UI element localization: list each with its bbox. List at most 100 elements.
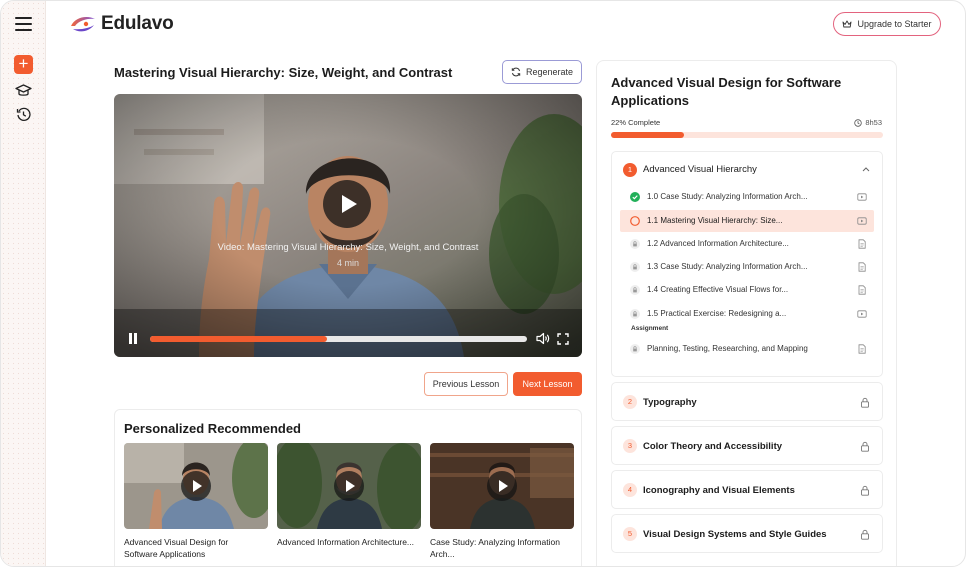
lesson-title: 1.0 Case Study: Analyzing Information Ar… (647, 192, 808, 201)
module-item[interactable]: 3 Color Theory and Accessibility (611, 426, 883, 465)
video-player[interactable]: Video: Mastering Visual Hierarchy: Size,… (114, 94, 582, 357)
fullscreen-icon[interactable] (557, 333, 569, 345)
module-title: Iconography and Visual Elements (643, 485, 795, 496)
course-panel: Advanced Visual Design for Software Appl… (596, 60, 897, 566)
history-icon[interactable] (16, 107, 31, 122)
module-title: Advanced Visual Hierarchy (643, 164, 757, 175)
logo-mark-icon (71, 17, 95, 32)
play-icon (181, 471, 211, 501)
play-button[interactable] (323, 180, 371, 228)
upgrade-button[interactable]: Upgrade to Starter (833, 12, 941, 36)
module-number: 5 (623, 527, 637, 541)
recommended-section: Personalized Recommended Advanced Visual… (114, 409, 582, 566)
course-title: Advanced Visual Design for Software Appl… (611, 75, 842, 108)
lesson-title: Mastering Visual Hierarchy: Size, Weight… (114, 65, 453, 80)
lesson-item[interactable]: 1.5 Practical Exercise: Redesigning a... (620, 303, 874, 325)
video-scrubber[interactable] (150, 336, 527, 342)
brand-logo[interactable]: Edulavo (69, 12, 174, 36)
previous-lesson-button[interactable]: Previous Lesson (424, 372, 508, 396)
document-icon (858, 285, 866, 295)
upgrade-label: Upgrade to Starter (857, 19, 932, 29)
recommended-card-title: Advanced Information Architecture... (277, 537, 415, 547)
clock-icon (854, 118, 863, 127)
app-window: + Edulavo Upgrade to Starter Mastering V… (0, 0, 966, 567)
play-icon (334, 471, 364, 501)
assignment-label: Assignment (631, 325, 669, 332)
regenerate-button[interactable]: Regenerate (502, 60, 582, 84)
lock-icon (630, 309, 640, 319)
module-number: 1 (623, 163, 637, 177)
module-title: Visual Design Systems and Style Guides (643, 529, 827, 540)
recommended-card[interactable]: Case Study: Analyzing Information Arch..… (430, 443, 574, 560)
lesson-title: 1.1 Mastering Visual Hierarchy: Size... (647, 216, 783, 225)
video-icon (857, 310, 867, 318)
lesson-item[interactable]: 1.2 Advanced Information Architecture... (620, 233, 874, 255)
lock-icon (630, 285, 640, 295)
module-item[interactable]: 4 Iconography and Visual Elements (611, 470, 883, 509)
recommended-card[interactable]: Advanced Visual Design for Software Appl… (124, 443, 268, 560)
video-duration: 4 min (336, 258, 359, 268)
module-number: 3 (623, 439, 637, 453)
recommended-card-title: Advanced Visual Design for Software Appl… (124, 537, 229, 559)
recommended-thumbnail[interactable] (124, 443, 268, 529)
lock-icon (861, 441, 869, 452)
menu-icon[interactable] (15, 17, 32, 31)
module-item[interactable]: 2 Typography (611, 382, 883, 421)
graduation-cap-icon[interactable] (15, 84, 32, 98)
video-icon (857, 217, 867, 225)
check-circle-icon (630, 192, 640, 202)
lesson-title: Planning, Testing, Researching, and Mapp… (647, 344, 808, 353)
document-icon (858, 262, 866, 272)
lesson-title: 1.2 Advanced Information Architecture... (647, 239, 789, 248)
lock-icon (630, 344, 640, 354)
regenerate-label: Regenerate (525, 67, 574, 77)
module-advanced-visual-hierarchy: 1 Advanced Visual Hierarchy 1.0 Case Stu… (611, 151, 883, 377)
lesson-title: 1.4 Creating Effective Visual Flows for.… (647, 285, 789, 294)
recommended-thumbnail[interactable] (430, 443, 574, 529)
module-title: Typography (643, 397, 697, 408)
chevron-up-icon[interactable] (862, 166, 870, 172)
video-controls (114, 330, 582, 348)
lesson-title: 1.3 Case Study: Analyzing Information Ar… (647, 262, 808, 271)
lesson-item[interactable]: 1.3 Case Study: Analyzing Information Ar… (620, 256, 874, 278)
module-number: 2 (623, 395, 637, 409)
recommended-title: Personalized Recommended (124, 421, 301, 436)
duration-value: 8h53 (865, 118, 882, 127)
lock-icon (630, 262, 640, 272)
lock-icon (630, 239, 640, 249)
module-item[interactable]: 5 Visual Design Systems and Style Guides (611, 514, 883, 553)
lock-icon (861, 529, 869, 540)
video-progress-fill (150, 336, 328, 342)
video-caption: Video: Mastering Visual Hierarchy: Size,… (217, 242, 479, 253)
course-progress-label: 22% Complete (611, 118, 661, 127)
module-number: 4 (623, 483, 637, 497)
in-progress-circle-icon (630, 216, 640, 226)
course-progress-fill (611, 132, 685, 138)
left-rail: + (1, 1, 46, 566)
module-title: Color Theory and Accessibility (643, 441, 783, 452)
lesson-item-current[interactable]: 1.1 Mastering Visual Hierarchy: Size... (620, 210, 874, 232)
lesson-item[interactable]: 1.0 Case Study: Analyzing Information Ar… (620, 186, 874, 208)
brand-name: Edulavo (101, 13, 174, 34)
lesson-item[interactable]: Planning, Testing, Researching, and Mapp… (620, 338, 874, 360)
recommended-card-title: Case Study: Analyzing Information Arch..… (430, 537, 560, 559)
volume-icon[interactable] (536, 332, 550, 345)
play-icon (487, 471, 517, 501)
course-progress-bar (611, 132, 883, 138)
crown-icon (843, 20, 852, 28)
lock-icon (861, 485, 869, 496)
module-header[interactable]: 1 Advanced Visual Hierarchy (612, 152, 882, 186)
document-icon (858, 344, 866, 354)
lesson-title: 1.5 Practical Exercise: Redesigning a... (647, 309, 787, 318)
lock-icon (861, 397, 869, 408)
next-lesson-button[interactable]: Next Lesson (513, 372, 582, 396)
pause-icon[interactable] (128, 333, 138, 344)
plus-icon[interactable]: + (14, 55, 33, 74)
recommended-card[interactable]: Advanced Information Architecture... (277, 443, 421, 548)
document-icon (858, 239, 866, 249)
recommended-thumbnail[interactable] (277, 443, 421, 529)
video-icon (857, 193, 867, 201)
lesson-item[interactable]: 1.4 Creating Effective Visual Flows for.… (620, 279, 874, 301)
refresh-icon (511, 67, 521, 77)
course-duration: 8h53 (854, 118, 882, 127)
